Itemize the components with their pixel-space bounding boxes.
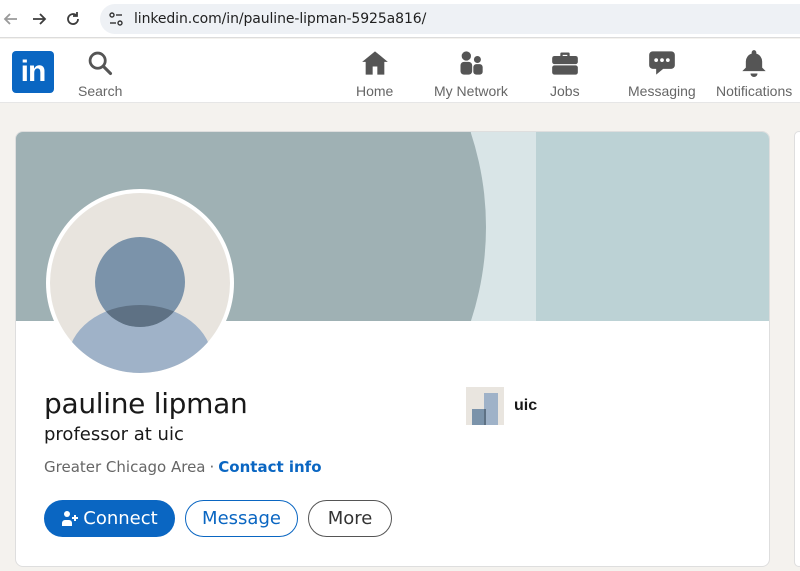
profile-card: pauline lipman professor at uic Greater … [15, 131, 770, 567]
nav-messaging-label: Messaging [628, 83, 696, 99]
briefcase-icon [551, 52, 578, 75]
message-label: Message [202, 508, 281, 529]
nav-jobs-label: Jobs [550, 83, 580, 99]
connect-label: Connect [83, 508, 158, 529]
more-button[interactable]: More [308, 500, 392, 537]
profile-location: Greater Chicago Area [44, 458, 206, 476]
site-info-icon[interactable] [108, 11, 124, 27]
nav-jobs[interactable]: Jobs [550, 49, 580, 99]
location-row: Greater Chicago Area · Contact info [44, 458, 322, 476]
people-icon [460, 51, 483, 75]
profile-photo[interactable] [46, 189, 234, 377]
contact-info-link[interactable]: Contact info [218, 458, 321, 476]
company-name: uic [514, 397, 538, 414]
browser-toolbar: linkedin.com/in/pauline-lipman-5925a816/ [0, 0, 800, 38]
forward-arrow-icon[interactable] [28, 8, 50, 30]
back-arrow-icon[interactable] [0, 8, 22, 30]
current-company[interactable]: uic [466, 387, 537, 425]
message-button[interactable]: Message [185, 500, 298, 537]
url-text: linkedin.com/in/pauline-lipman-5925a816/ [134, 11, 427, 27]
profile-actions: Connect Message More [44, 500, 392, 537]
reload-icon[interactable] [62, 8, 84, 30]
home-icon [361, 51, 388, 75]
nav-network-label: My Network [434, 83, 508, 99]
search-icon [88, 51, 113, 76]
side-panel-edge [794, 131, 800, 567]
bell-icon [742, 50, 766, 77]
profile-name: pauline lipman [44, 387, 248, 420]
nav-home[interactable]: Home [356, 49, 393, 99]
add-person-icon [62, 510, 79, 526]
linkedin-header: in Search Home My Network Jobs Messaging… [0, 39, 800, 103]
avatar-placeholder-icon [50, 193, 230, 373]
nav-notifications[interactable]: Notifications [716, 49, 792, 99]
chat-bubble-icon [649, 51, 675, 75]
address-bar[interactable]: linkedin.com/in/pauline-lipman-5925a816/ [100, 4, 800, 34]
linkedin-logo[interactable]: in [12, 51, 54, 93]
connect-button[interactable]: Connect [44, 500, 175, 537]
more-label: More [327, 508, 373, 529]
nav-messaging[interactable]: Messaging [628, 49, 696, 99]
nav-my-network[interactable]: My Network [434, 49, 508, 99]
nav-notifications-label: Notifications [716, 83, 793, 99]
nav-search-label: Search [78, 83, 123, 99]
nav-search[interactable]: Search [78, 49, 122, 99]
location-separator: · [209, 458, 215, 476]
nav-home-label: Home [356, 83, 394, 99]
profile-headline: professor at uic [44, 424, 184, 445]
company-logo-icon [466, 387, 504, 425]
